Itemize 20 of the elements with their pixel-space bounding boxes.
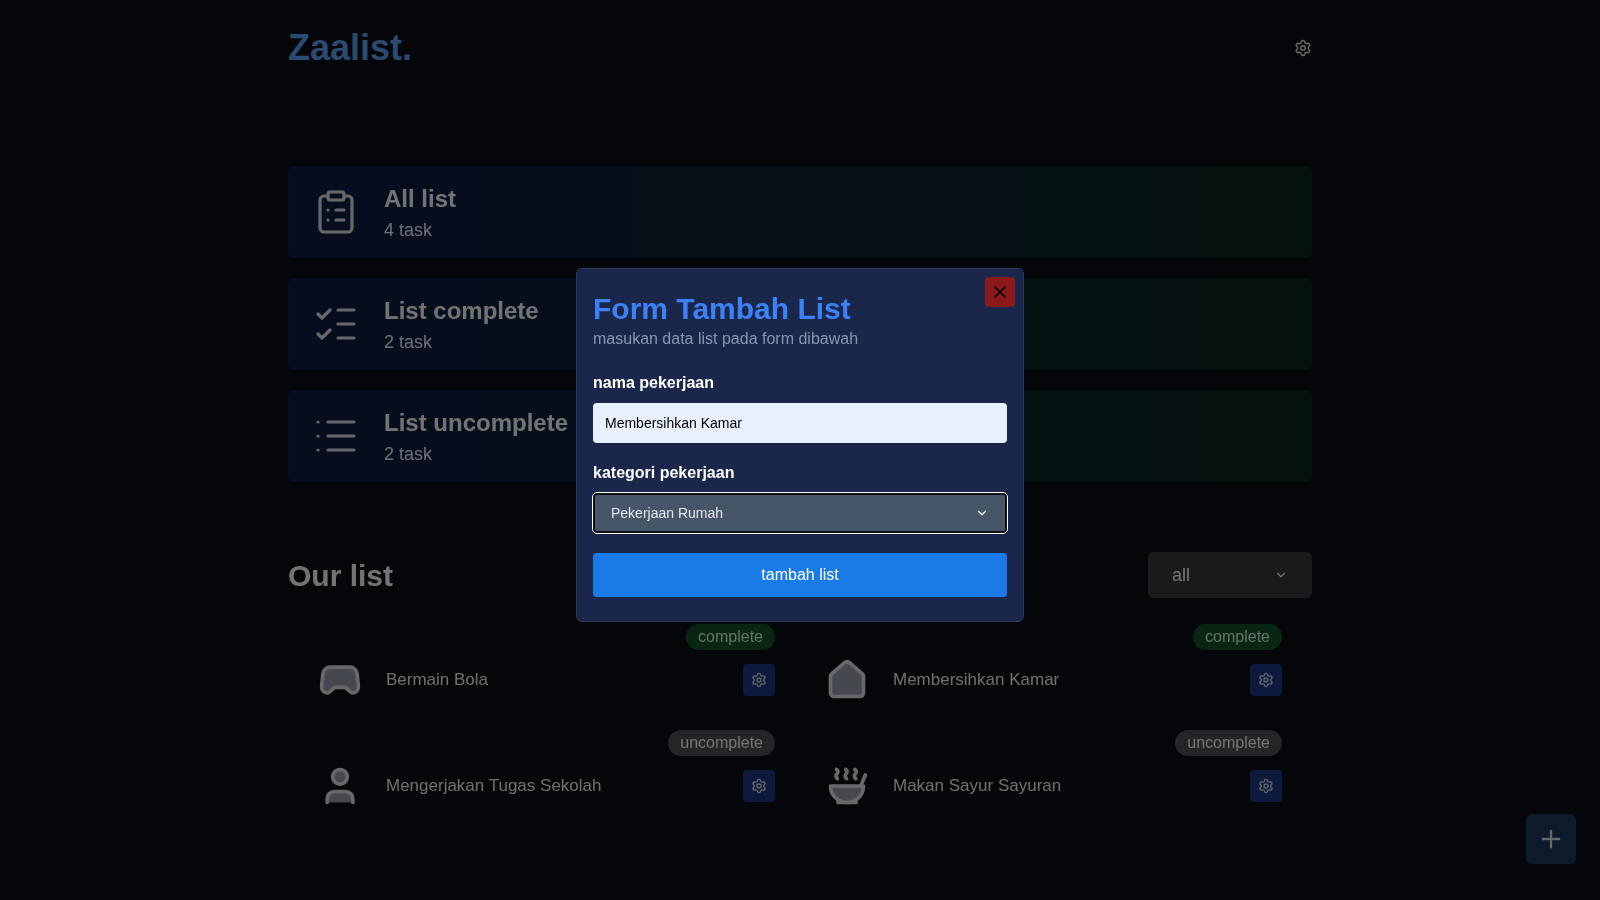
card-title: List complete xyxy=(384,295,539,326)
status-badge: complete xyxy=(686,624,775,650)
status-badge: uncomplete xyxy=(1175,730,1282,756)
status-badge: uncomplete xyxy=(668,730,775,756)
section-title: Our list xyxy=(288,557,393,594)
task-count: 4 task xyxy=(384,218,434,242)
dialog-subtitle: masukan data list pada form dibawah xyxy=(593,329,860,349)
task-name: Bermain Bola xyxy=(386,669,490,692)
dialog-title: Form Tambah List xyxy=(593,291,852,327)
task-count: 2 task xyxy=(384,330,434,354)
app-logo: Zaalist. xyxy=(288,26,413,70)
task-count: 2 task xyxy=(384,442,434,466)
task-name: Membersihkan Kamar xyxy=(893,669,1061,692)
card-title: All list xyxy=(384,183,456,214)
status-badge: complete xyxy=(1193,624,1282,650)
card-title: List uncomplete xyxy=(384,407,569,438)
field-label: nama pekerjaan xyxy=(593,373,715,393)
field-label: kategori pekerjaan xyxy=(593,463,736,483)
task-name: Mengerjakan Tugas Sekolah xyxy=(386,775,603,798)
task-name: Makan Sayur Sayuran xyxy=(893,775,1063,798)
